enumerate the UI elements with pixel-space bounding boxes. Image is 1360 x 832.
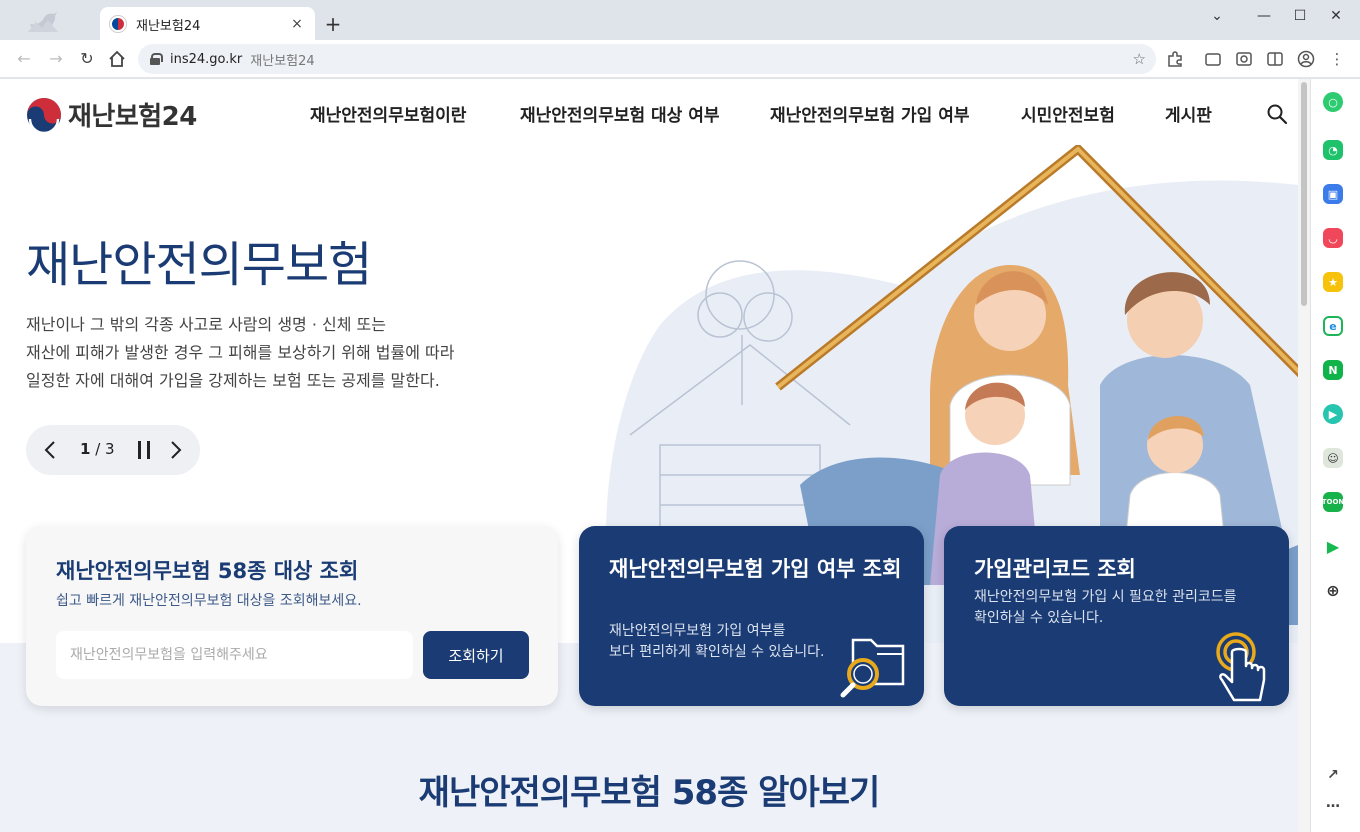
tab-list-chevron-icon[interactable]: ⌄ xyxy=(1207,8,1227,24)
target-search-title: 재난안전의무보험 58종 대상 조회 xyxy=(56,559,359,583)
sidepanel-webtoon-icon[interactable]: TOON xyxy=(1322,492,1344,512)
folder-search-icon xyxy=(840,638,905,698)
sidepanel-bell-icon[interactable]: ◔ xyxy=(1323,140,1343,160)
sidepanel-more-icon[interactable]: … xyxy=(1323,793,1343,813)
search-icon[interactable] xyxy=(1266,103,1288,125)
sidepanel-star-icon[interactable]: ★ xyxy=(1323,272,1343,292)
hero-title: 재난안전의무보험 xyxy=(26,237,372,293)
sidepanel-avatar-icon[interactable]: ☺ xyxy=(1323,448,1343,468)
enroll-check-desc: 재난안전의무보험 가입 여부를 xyxy=(609,623,786,639)
sidepanel-pocket-icon[interactable]: ◡ xyxy=(1323,228,1343,248)
slider-pause-icon[interactable] xyxy=(138,441,150,459)
sidepanel-play-circle-icon[interactable]: ▶ xyxy=(1323,404,1343,424)
sidepanel-circle-app-icon[interactable]: ○ xyxy=(1323,92,1343,112)
browser-bird-logo-icon xyxy=(28,12,58,32)
hero-desc-line: 일정한 자에 대해여 가입을 강제하는 보험 또는 공제를 말한다. xyxy=(26,371,440,390)
browser-toolbar: ← → ↻ ins24.go.kr 재난보험24 ☆ ⋮ xyxy=(0,40,1360,78)
browser-tab-active[interactable]: 재난보험24 × xyxy=(100,7,315,41)
url-page-title: 재난보험24 xyxy=(250,53,315,69)
tab-title: 재난보험24 xyxy=(136,18,201,34)
enroll-check-title: 재난안전의무보험 가입 여부 조회 xyxy=(609,557,902,581)
nav-item-about[interactable]: 재난안전의무보험이란 xyxy=(310,101,466,126)
slider-next-chevron-icon[interactable] xyxy=(160,435,190,465)
hero-desc-line: 재난이나 그 밖의 각종 사고로 사람의 생명 · 신체 또는 xyxy=(26,315,386,334)
web-page: 재난보험24 재난안전의무보험이란 재난안전의무보험 대상 여부 재난안전의무보… xyxy=(0,79,1298,832)
tap-hand-icon xyxy=(1216,632,1266,702)
url-text: ins24.go.kr xyxy=(170,51,243,67)
target-search-card: 재난안전의무보험 58종 대상 조회 쉽고 빠르게 재난안전의무보험 대상을 조… xyxy=(26,526,558,706)
sidepanel-play-icon[interactable]: ▶ xyxy=(1323,536,1343,556)
code-search-desc: 재난안전의무보험 가입 시 필요한 관리코드를 xyxy=(974,589,1237,605)
code-search-desc: 확인하실 수 있습니다. xyxy=(974,610,1104,626)
target-search-subtitle: 쉽고 빠르게 재난안전의무보험 대상을 조회해보세요. xyxy=(56,593,362,609)
new-tab-button[interactable]: + xyxy=(322,12,344,36)
close-window-button[interactable]: ✕ xyxy=(1326,8,1346,24)
nav-item-citizen-insurance[interactable]: 시민안전보험 xyxy=(1021,101,1115,126)
nav-item-board[interactable]: 게시판 xyxy=(1165,101,1212,126)
nav-item-target-check[interactable]: 재난안전의무보험 대상 여부 xyxy=(520,101,720,126)
code-search-card[interactable]: 가입관리코드 조회 재난안전의무보험 가입 시 필요한 관리코드를 확인하실 수… xyxy=(944,526,1289,706)
reload-icon[interactable]: ↻ xyxy=(76,48,98,70)
slider-counter: 1 / 3 xyxy=(80,440,115,458)
page-scrollbar[interactable] xyxy=(1298,79,1310,832)
taegeuk-favicon-icon xyxy=(110,16,126,32)
bookmark-star-icon[interactable]: ☆ xyxy=(1133,50,1146,68)
slider-total: / 3 xyxy=(90,440,115,458)
address-bar[interactable]: ins24.go.kr 재난보험24 ☆ xyxy=(138,44,1156,74)
nav-item-enroll-check[interactable]: 재난안전의무보험 가입 여부 xyxy=(770,101,970,126)
code-search-title: 가입관리코드 조회 xyxy=(974,557,1136,581)
screenshot-icon[interactable] xyxy=(1234,49,1254,69)
lock-icon xyxy=(150,53,163,65)
cast-icon[interactable] xyxy=(1203,49,1223,69)
sidepanel-external-link-icon[interactable]: ↗ xyxy=(1323,765,1343,785)
browser-side-panel: ○ ◔ ▣ ◡ ★ e N ▶ ☺ TOON ▶ ⊕ ↗ … xyxy=(1310,79,1360,832)
slider-prev-chevron-icon[interactable] xyxy=(36,435,66,465)
forward-arrow-icon[interactable]: → xyxy=(45,48,67,70)
enroll-check-desc: 보다 편리하게 확인하실 수 있습니다. xyxy=(609,644,825,660)
minimize-button[interactable]: — xyxy=(1254,8,1274,24)
hero-description: 재난이나 그 밖의 각종 사고로 사람의 생명 · 신체 또는 재산에 피해가 … xyxy=(26,311,546,395)
tab-close-icon[interactable]: × xyxy=(289,16,305,32)
site-logo[interactable]: 재난보험24 xyxy=(26,96,197,133)
home-icon[interactable] xyxy=(106,48,128,70)
extensions-puzzle-icon[interactable] xyxy=(1165,49,1185,69)
target-search-input[interactable] xyxy=(56,631,413,679)
hero-desc-line: 재산에 피해가 발생한 경우 그 피해를 보상하기 위해 법률에 따라 xyxy=(26,343,455,362)
section-title: 재난안전의무보험 58종 알아보기 xyxy=(418,773,881,813)
split-view-icon[interactable] xyxy=(1265,49,1285,69)
hero-slider-controls: 1 / 3 xyxy=(26,425,200,475)
more-menu-icon[interactable]: ⋮ xyxy=(1327,49,1347,69)
scrollbar-thumb[interactable] xyxy=(1301,82,1307,306)
taegeuk-logo-icon xyxy=(27,97,61,133)
sidepanel-note-icon[interactable]: N xyxy=(1323,360,1343,380)
back-arrow-icon[interactable]: ← xyxy=(13,48,35,70)
enroll-check-card[interactable]: 재난안전의무보험 가입 여부 조회 재난안전의무보험 가입 여부를 보다 편리하… xyxy=(579,526,924,706)
target-search-button[interactable]: 조회하기 xyxy=(423,631,529,679)
slider-current: 1 xyxy=(80,440,91,458)
maximize-button[interactable]: ☐ xyxy=(1290,8,1310,24)
logo-text: 재난보험24 xyxy=(68,102,197,132)
profile-icon[interactable] xyxy=(1296,49,1316,69)
sidepanel-edge-icon[interactable]: e xyxy=(1323,316,1343,336)
sidepanel-add-icon[interactable]: ⊕ xyxy=(1323,580,1343,600)
sidepanel-bag-icon[interactable]: ▣ xyxy=(1323,184,1343,204)
browser-titlebar: 재난보험24 × + ⌄ — ☐ ✕ xyxy=(0,0,1360,41)
